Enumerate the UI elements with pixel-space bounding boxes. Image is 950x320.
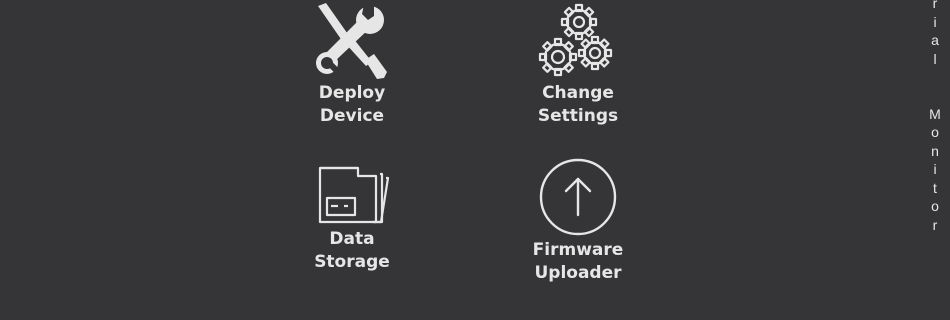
folder-icon — [312, 162, 392, 226]
side-tab-char: r — [932, 216, 938, 233]
change-settings-button[interactable]: Change Settings — [498, 2, 658, 128]
side-tab-char: o — [931, 124, 939, 140]
side-tab-char: o — [931, 198, 939, 214]
side-tab-char: l — [933, 50, 937, 67]
data-storage-label: Data Storage — [314, 229, 390, 272]
firmware-uploader-label: Firmware Uploader — [532, 240, 624, 283]
side-tab-char: n — [931, 142, 939, 159]
gears-icon — [538, 2, 618, 80]
serial-monitor-tab[interactable]: r i a l M o n i t o r — [922, 0, 948, 234]
side-tab-char: M — [929, 105, 941, 122]
data-storage-button[interactable]: Data Storage — [272, 162, 432, 274]
upload-arrow-icon — [538, 157, 618, 237]
side-tab-char: i — [933, 161, 937, 177]
side-tab-char: r — [932, 0, 938, 11]
side-tab-char: i — [933, 13, 937, 30]
deploy-device-button[interactable]: Deploy Device — [272, 2, 432, 128]
main-panel: Deploy Device Change Settings Data Stora… — [0, 0, 950, 320]
change-settings-label: Change Settings — [537, 83, 619, 126]
side-tab-char: a — [931, 32, 939, 48]
tools-icon — [312, 2, 392, 80]
side-tab-char: t — [933, 179, 937, 196]
deploy-device-label: Deploy Device — [318, 83, 386, 126]
firmware-uploader-button[interactable]: Firmware Uploader — [498, 157, 658, 285]
